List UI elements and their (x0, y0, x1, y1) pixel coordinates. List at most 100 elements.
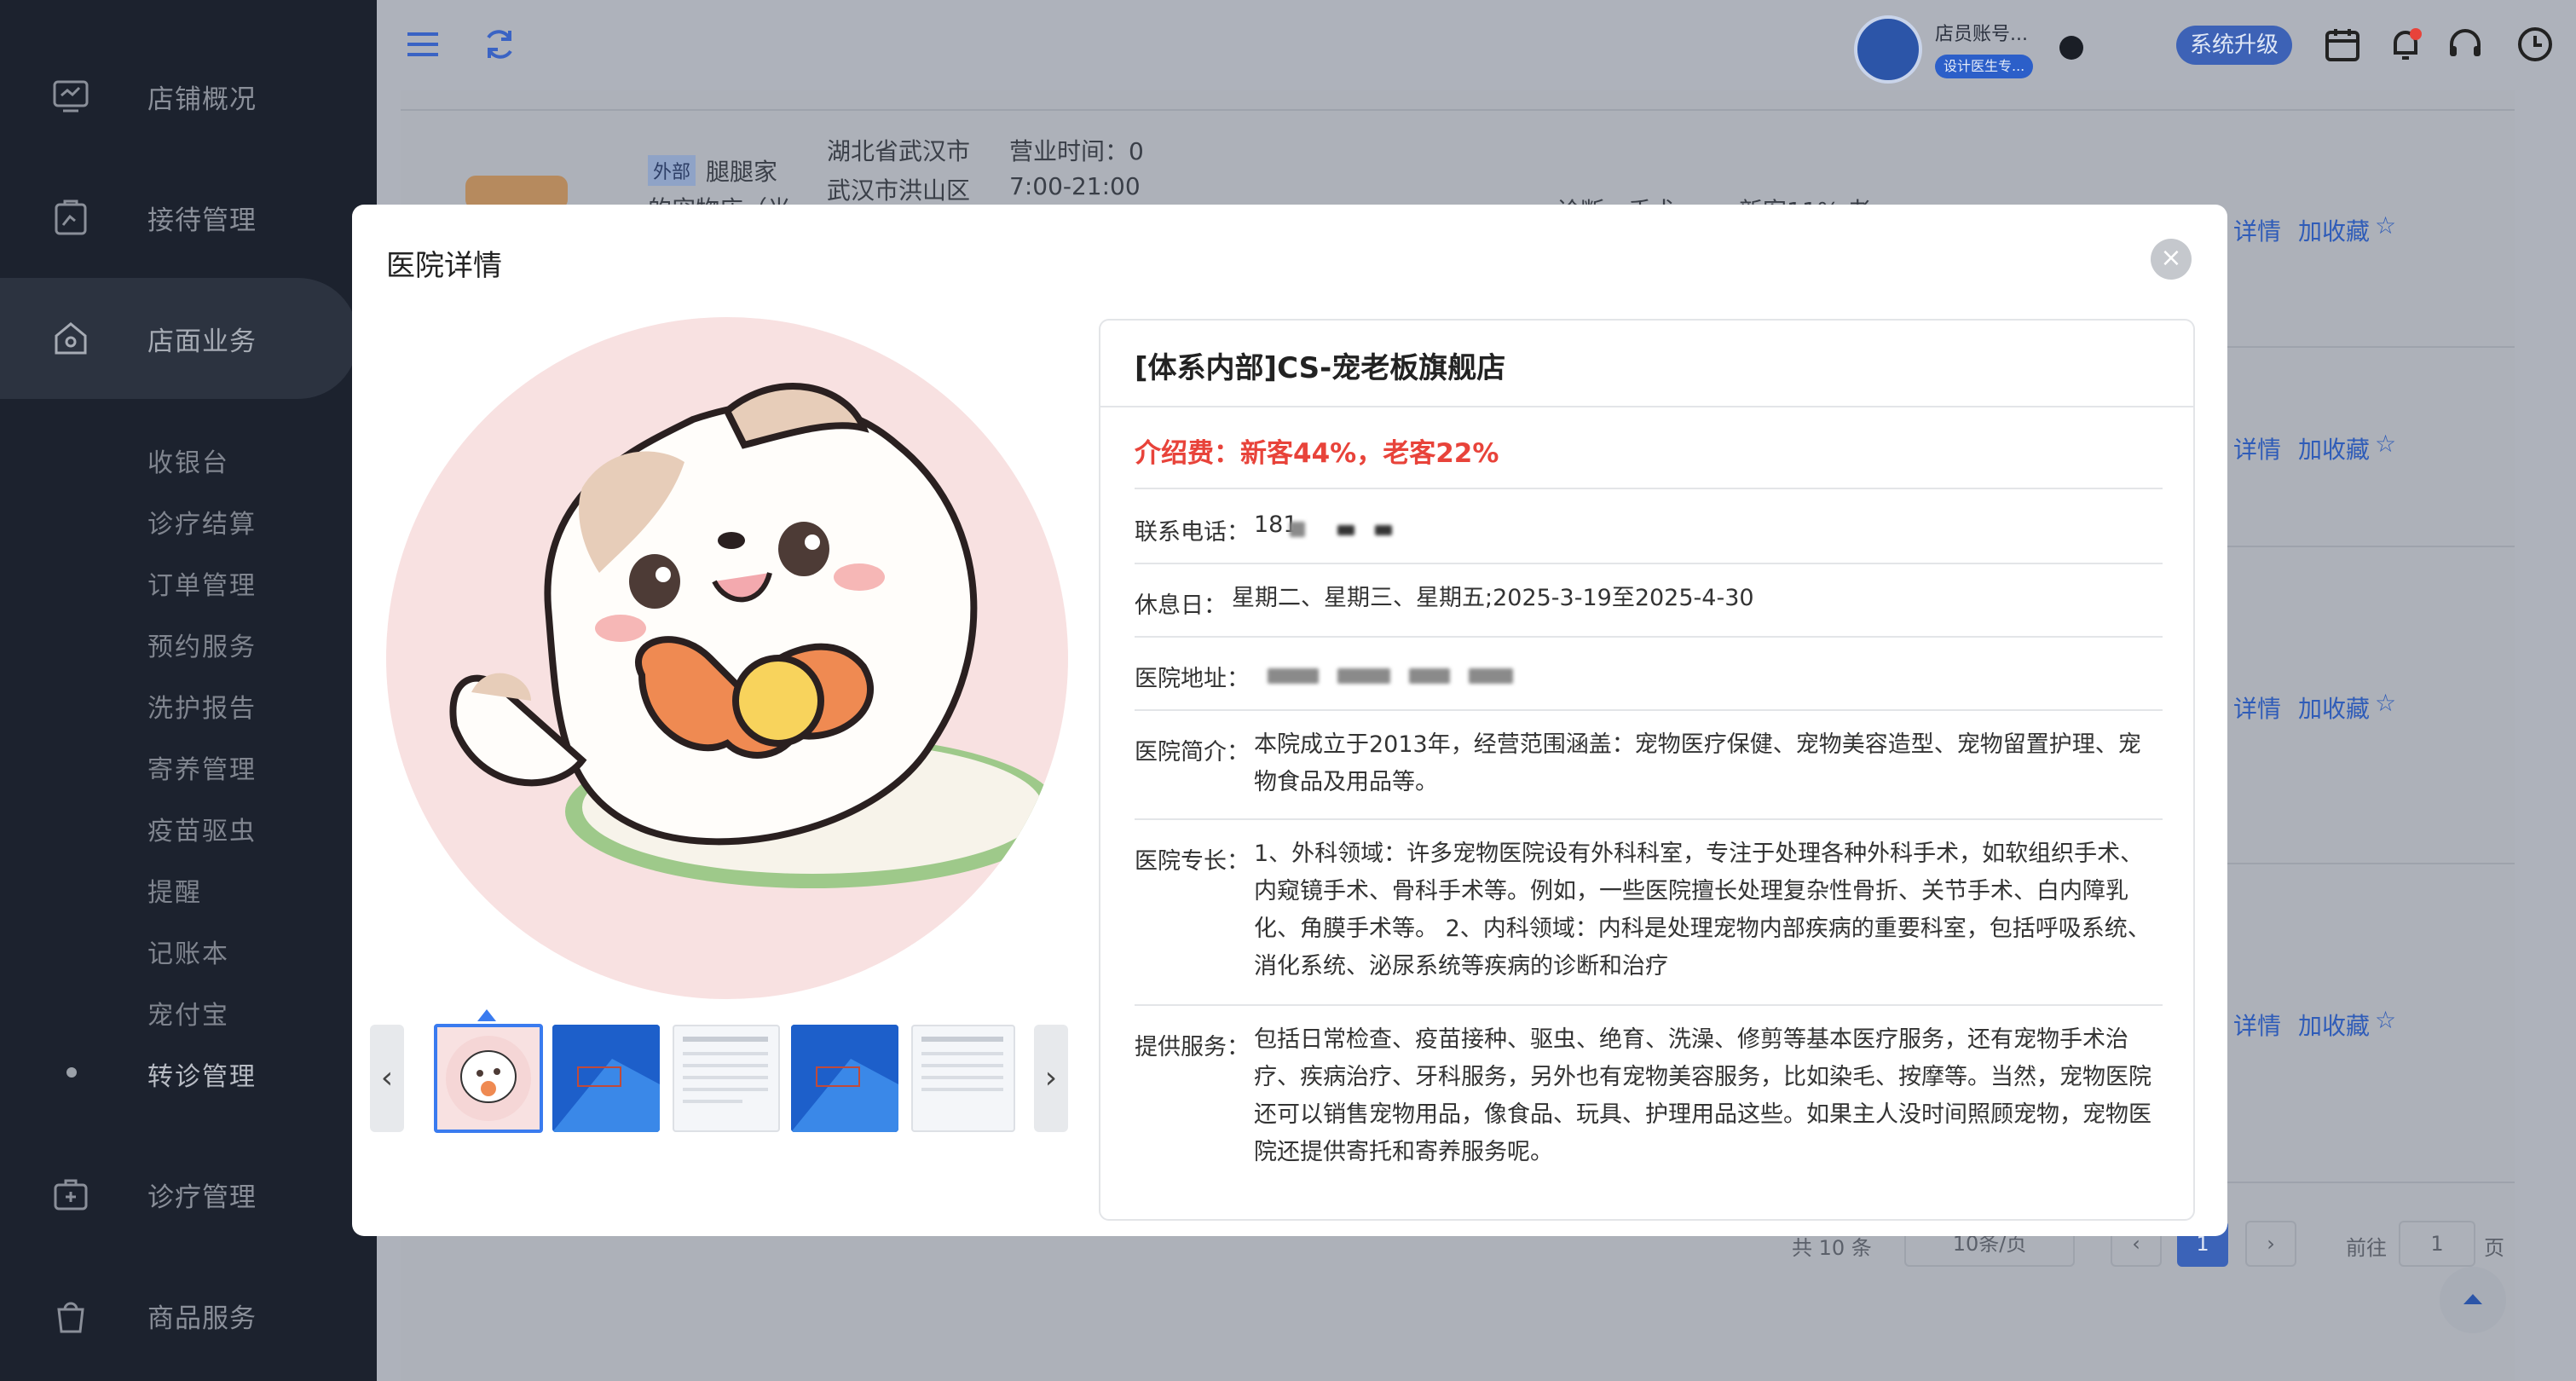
address-label: 医院地址： (1135, 666, 1250, 692)
intro-label: 医院简介： (1135, 739, 1250, 766)
sidebar-sub-boarding[interactable]: 寄养管理 (147, 748, 257, 786)
next-page-button[interactable]: › (2245, 1221, 2296, 1267)
sidebar-sub-grooming-report[interactable]: 洗护报告 (147, 687, 257, 725)
sidebar-sub-petpay[interactable]: 宠付宝 (147, 994, 229, 1031)
sidebar-sub-referral[interactable]: 转诊管理 (147, 1055, 257, 1093)
external-tag: 外部 (648, 155, 696, 186)
sidebar-item-overview[interactable]: 店铺概况 (0, 36, 377, 157)
detail-link[interactable]: 详情 (2233, 431, 2281, 465)
headset-icon[interactable] (2445, 24, 2486, 65)
screen-thumbnail (791, 1025, 898, 1132)
bag-icon (57, 1302, 84, 1333)
sidebar-item-label: 店面业务 (147, 326, 257, 357)
back-to-top-button[interactable] (2440, 1267, 2506, 1333)
business-hours-value: 7:00-21:00 (1009, 172, 1141, 200)
goto-page-input[interactable]: 1 (2399, 1221, 2475, 1267)
arrow-up-icon (2463, 1294, 2482, 1304)
upgrade-button[interactable]: 系统升级 (2176, 26, 2292, 65)
sidebar-sub-orders[interactable]: 订单管理 (147, 564, 257, 602)
referral-fee: 介绍费：新客44%，老客22% (1135, 438, 1499, 469)
table-row-divider (401, 109, 2515, 111)
services-label: 提供服务： (1135, 1034, 1250, 1060)
shop-address: 湖北省武汉市 (827, 137, 971, 165)
sidebar-sub-vaccine[interactable]: 疫苗驱虫 (147, 810, 257, 847)
selected-thumb-indicator (477, 1009, 496, 1021)
divider (1135, 1004, 2163, 1006)
sidebar-sub-reminders[interactable]: 提醒 (147, 871, 202, 909)
sidebar-sub-settlement[interactable]: 诊疗结算 (147, 503, 257, 540)
menu-icon[interactable] (402, 24, 443, 65)
clock-icon[interactable] (2515, 24, 2556, 65)
favorite-link[interactable]: 加收藏 (2298, 1008, 2370, 1042)
top-header: 店员账号... 设计医生专... 系统升级 (377, 0, 2576, 90)
sidebar-item-label: 店铺概况 (147, 84, 257, 115)
divider (1135, 636, 2163, 638)
divider (1135, 563, 2163, 564)
shop-icon (55, 322, 87, 355)
detail-link[interactable]: 详情 (2233, 213, 2281, 247)
screen-thumbnail (552, 1025, 660, 1132)
star-icon[interactable]: ☆ (2375, 689, 2396, 717)
calendar-icon[interactable] (2322, 24, 2363, 65)
masked-address (1268, 668, 1319, 684)
hospital-info-card: [体系内部]CS-宠老板旗舰店 介绍费：新客44%，老客22% 联系电话： 18… (1099, 319, 2195, 1221)
sidebar-item-store-business[interactable]: 店面业务 (0, 278, 358, 399)
hospital-main-image (386, 317, 1068, 999)
star-icon[interactable]: ☆ (2375, 1006, 2396, 1034)
business-hours-label: 营业时间：0 (1009, 137, 1144, 165)
star-icon[interactable]: ☆ (2375, 430, 2396, 458)
close-icon[interactable]: × (2151, 239, 2192, 280)
hospital-name: [体系内部]CS-宠老板旗舰店 (1135, 351, 1506, 385)
star-icon[interactable]: ☆ (2375, 211, 2396, 240)
specialty-value: 1、外科领域：许多宠物医院设有外科科室，专注于处理各种外科手术，如软组织手术、内… (1254, 841, 2151, 979)
sidebar-item-label: 接待管理 (147, 205, 257, 236)
chevron-left-icon[interactable]: ‹ (370, 1025, 404, 1132)
thumbnail-2[interactable] (552, 1025, 660, 1132)
goto-label: 前往 (2346, 1236, 2387, 1260)
services-value: 包括日常检查、疫苗接种、驱虫、绝育、洗澡、修剪等基本医疗服务，还有宠物手术治疗、… (1254, 1026, 2151, 1165)
monitor-icon (53, 80, 89, 113)
modal-title: 医院详情 (386, 249, 502, 283)
refresh-icon[interactable] (479, 24, 520, 65)
hospital-detail-modal: 医院详情 × ‹ › [体系内部]CS-宠老板旗舰店 介绍费：新客44%，老客2… (352, 205, 2227, 1236)
sidebar-sub-cashier[interactable]: 收银台 (147, 442, 229, 479)
sidebar-item-reception[interactable]: 接待管理 (0, 157, 377, 278)
account-name[interactable]: 店员账号... (1935, 19, 2028, 46)
chevron-right-icon[interactable]: › (1034, 1025, 1068, 1132)
thumbnail-3[interactable] (673, 1025, 780, 1132)
medical-box-icon (54, 1179, 88, 1211)
masked-address (1409, 668, 1450, 684)
thumbnail-4[interactable] (791, 1025, 898, 1132)
favorite-link[interactable]: 加收藏 (2298, 431, 2370, 465)
masked-address (1469, 668, 1513, 684)
bell-icon[interactable] (2385, 24, 2426, 65)
detail-link[interactable]: 详情 (2233, 690, 2281, 725)
shop-address-line2: 武汉市洪山区 (827, 176, 971, 205)
sidebar-sub-appointments[interactable]: 预约服务 (147, 626, 257, 663)
divider (1135, 818, 2163, 820)
shop-name: 腿腿家 (706, 158, 778, 186)
cat-thumbnail (446, 1036, 531, 1121)
favorite-link[interactable]: 加收藏 (2298, 213, 2370, 247)
divider (1135, 488, 2163, 489)
page-suffix: 页 (2484, 1236, 2504, 1260)
chevron-down-icon[interactable] (2059, 36, 2083, 60)
sidebar-item-clinical[interactable]: 诊疗管理 (0, 1134, 377, 1255)
info-card-header: [体系内部]CS-宠老板旗舰店 (1100, 321, 2193, 407)
masked-address (1337, 668, 1390, 684)
sidebar: 店铺概况 接待管理 店面业务 收银台 诊疗结算 订单管理 预约服务 洗护报告 寄… (0, 0, 377, 1381)
favorite-link[interactable]: 加收藏 (2298, 690, 2370, 725)
thumbnail-5[interactable] (911, 1025, 1015, 1132)
detail-link[interactable]: 详情 (2233, 1008, 2281, 1042)
rest-day-label: 休息日： (1135, 592, 1227, 619)
masked-phone (1375, 525, 1392, 535)
sidebar-item-products[interactable]: 商品服务 (0, 1255, 377, 1376)
sidebar-item-label: 诊疗管理 (147, 1182, 257, 1213)
phone-label: 联系电话： (1135, 519, 1250, 546)
intro-value: 本院成立于2013年，经营范围涵盖：宠物医疗保健、宠物美容造型、宠物留置护理、宠… (1254, 731, 2141, 795)
document-thumbnail (921, 1037, 1003, 1091)
masked-phone (1337, 525, 1354, 535)
sidebar-sub-ledger[interactable]: 记账本 (147, 933, 229, 970)
thumbnail-1[interactable] (434, 1024, 543, 1133)
avatar[interactable] (1854, 15, 1922, 84)
